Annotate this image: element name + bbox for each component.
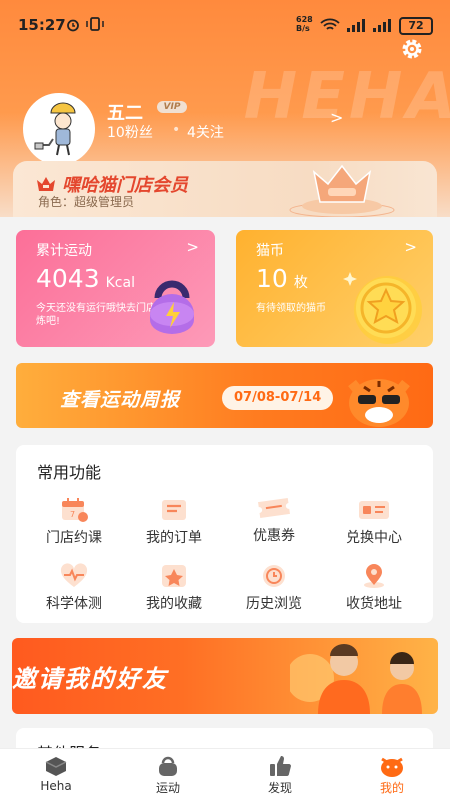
heartbeat-icon <box>60 563 88 587</box>
chevron-right-icon: > <box>404 238 417 256</box>
status-bar: 15:27 628 B/s 72 <box>0 0 450 44</box>
vibrate-icon <box>86 17 104 31</box>
star-icon <box>162 565 186 587</box>
func-item-history[interactable]: 历史浏览 <box>222 563 326 619</box>
invite-friends-banner[interactable]: 邀请我的好友 <box>12 638 438 714</box>
func-item-my-favorites[interactable]: 我的收藏 <box>122 563 226 619</box>
network-speed: 628 B/s <box>296 15 313 33</box>
alarm-icon <box>67 19 79 32</box>
chevron-right-icon: > <box>186 238 199 256</box>
weekly-report-date: 07/08-07/14 <box>222 386 334 410</box>
invite-title: 邀请我的好友 <box>12 665 168 693</box>
func-item-fitness-test[interactable]: 科学体测 <box>22 563 126 619</box>
fans-count[interactable]: 10粉丝 <box>107 122 153 142</box>
profile-face-icon <box>381 757 403 777</box>
tab-exercise[interactable]: 运动 <box>112 749 224 801</box>
battery-indicator: 72 <box>399 17 433 35</box>
func-item-exchange-center[interactable]: 兑换中心 <box>322 497 426 553</box>
coupon-icon <box>258 497 290 519</box>
tab-mine[interactable]: 我的 <box>336 749 448 801</box>
crown-icon <box>37 177 55 191</box>
tab-discover[interactable]: 发现 <box>224 749 336 801</box>
avatar[interactable] <box>23 93 95 165</box>
exercise-stat-card[interactable]: 累计运动 > 4043 Kcal 今天还没有运行哦快去门店锻炼吧! <box>16 230 215 347</box>
order-icon <box>162 500 186 520</box>
func-label: 我的订单 <box>146 530 202 546</box>
func-item-coupons[interactable]: 优惠券 <box>222 495 326 551</box>
history-icon <box>263 565 285 587</box>
heha-watermark: HEHA <box>243 60 450 134</box>
func-item-shipping-address[interactable]: 收货地址 <box>322 563 426 619</box>
exercise-value: 4043 Kcal <box>36 264 135 293</box>
wifi-icon <box>320 18 340 30</box>
signal-icon-2 <box>373 19 391 32</box>
func-item-my-orders[interactable]: 我的订单 <box>122 497 226 553</box>
stat-title: 猫币 <box>256 243 284 259</box>
heha-icon <box>45 757 67 776</box>
exchange-icon <box>359 501 389 519</box>
weekly-report-title: 查看运动周报 <box>60 389 181 411</box>
gear-icon[interactable] <box>399 36 425 62</box>
vip-badge: VIP <box>157 101 187 113</box>
func-label: 优惠券 <box>253 528 295 544</box>
cat-coin-stat-card[interactable]: 猫币 > 10 枚 有待领取的猫币 <box>236 230 433 347</box>
func-label: 科学体测 <box>46 596 102 612</box>
section-title: 常用功能 <box>37 463 102 482</box>
tab-label: 运动 <box>155 781 180 795</box>
profile-arrow[interactable]: > <box>330 108 343 127</box>
tab-label: 我的 <box>379 781 404 795</box>
weekly-report-banner[interactable]: 查看运动周报 07/08-07/14 <box>16 363 433 428</box>
common-functions-card: 常用功能 7 门店约课 我的订单 优惠券 兑换中心 科学体测 我的收藏 历史浏览… <box>16 445 433 623</box>
tab-label: Heha <box>40 779 72 793</box>
member-role: 角色：超级管理员 <box>38 195 135 209</box>
func-label: 历史浏览 <box>246 596 302 612</box>
separator-dot: • <box>172 122 181 138</box>
func-label: 收货地址 <box>346 596 402 612</box>
tab-heha[interactable]: Heha <box>0 749 112 801</box>
status-time: 15:27 <box>18 16 66 34</box>
coin-value: 10 枚 <box>256 264 308 293</box>
func-label: 门店约课 <box>46 530 102 546</box>
func-label: 兑换中心 <box>346 530 402 546</box>
func-item-store-booking[interactable]: 7 门店约课 <box>22 497 126 553</box>
tab-label: 发现 <box>267 781 292 795</box>
tiger-mascot-icon <box>348 379 410 427</box>
follows-count[interactable]: 4关注 <box>187 122 224 142</box>
stat-title: 累计运动 <box>36 243 92 259</box>
crown-trophy-icon <box>289 164 395 217</box>
avatar-illustration <box>25 95 93 163</box>
kettlebell-icon <box>150 280 194 334</box>
func-label: 我的收藏 <box>146 596 202 612</box>
signal-icon <box>347 19 365 32</box>
location-icon <box>364 564 384 588</box>
thumbs-up-icon <box>270 756 291 776</box>
svg-text:7: 7 <box>70 510 75 519</box>
bottom-tab-bar: Heha 运动 发现 我的 <box>0 748 450 801</box>
calendar-icon: 7 <box>62 498 88 522</box>
invite-people-illustration <box>290 644 422 714</box>
kettlebell-icon <box>159 756 177 776</box>
coin-star-icon <box>343 272 422 344</box>
